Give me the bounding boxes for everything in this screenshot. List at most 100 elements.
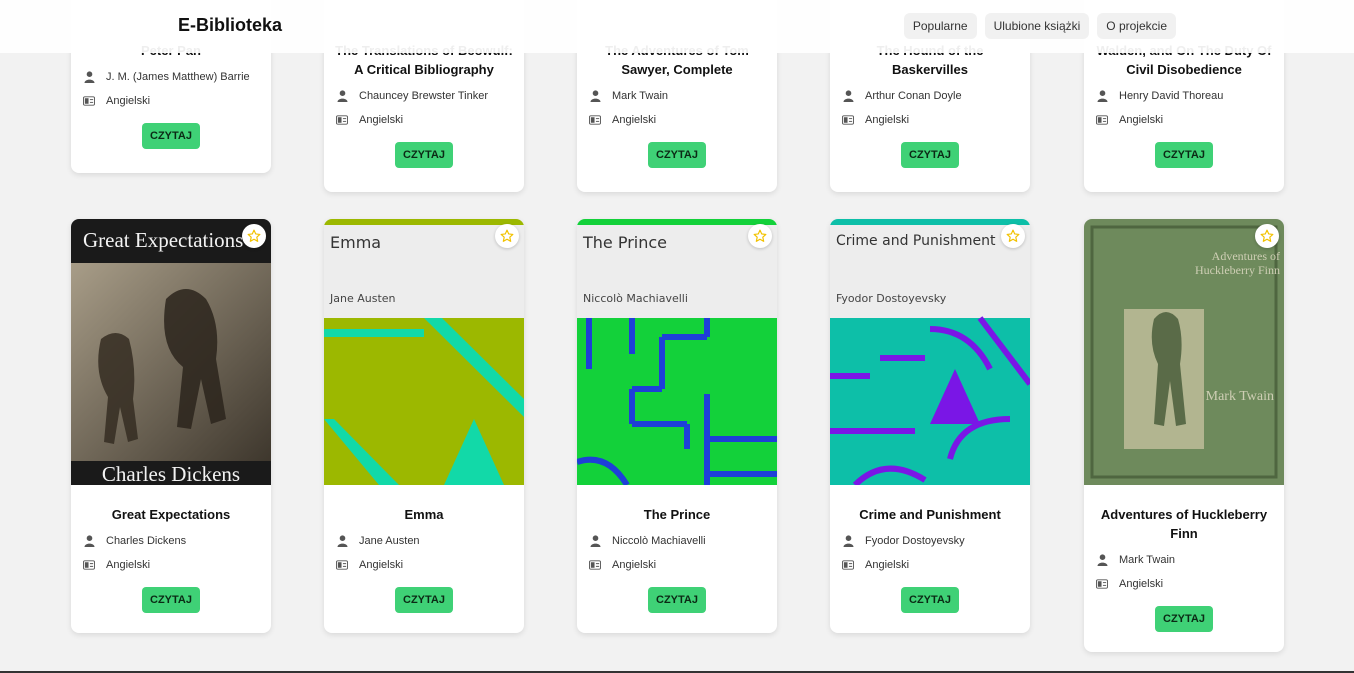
star-icon <box>1006 229 1020 242</box>
book-language: Angielski <box>865 559 910 571</box>
book-author: Mark Twain <box>612 90 669 102</box>
cover-title: Adventures of Huckleberry Finn <box>1195 249 1280 277</box>
read-button[interactable]: CZYTAJ <box>142 123 200 149</box>
language-icon <box>83 95 95 107</box>
read-button[interactable]: CZYTAJ <box>1155 142 1213 168</box>
site-brand[interactable]: E-Biblioteka <box>178 15 282 36</box>
language-icon <box>842 114 854 126</box>
book-language: Angielski <box>359 559 404 571</box>
language-icon <box>842 559 854 571</box>
read-button[interactable]: CZYTAJ <box>901 587 959 613</box>
page-viewport: E-Biblioteka Popularne Ulubione książki … <box>0 0 1354 673</box>
favorite-star-button[interactable] <box>495 224 519 248</box>
book-author: Arthur Conan Doyle <box>865 90 962 102</box>
book-language: Angielski <box>106 95 151 107</box>
language-icon <box>83 559 95 571</box>
book-title[interactable]: Great Expectations <box>71 505 271 524</box>
book-title[interactable]: Adventures of Huckleberry Finn <box>1084 505 1284 543</box>
book-language: Angielski <box>359 114 404 126</box>
top-navbar: E-Biblioteka Popularne Ulubione książki … <box>0 0 1354 53</box>
book-cover[interactable]: Emma Jane Austen <box>324 219 524 485</box>
person-icon <box>1096 554 1108 566</box>
nav-link-about[interactable]: O projekcie <box>1097 13 1176 39</box>
author-row: Arthur Conan Doyle <box>830 84 1030 108</box>
language-row: Angielski <box>324 553 524 577</box>
person-icon <box>1096 90 1108 102</box>
book-card: Great Expectations Charles Dickens Great… <box>71 219 271 633</box>
book-language: Angielski <box>1119 578 1164 590</box>
read-button[interactable]: CZYTAJ <box>901 142 959 168</box>
author-row: Fyodor Dostoyevsky <box>830 529 1030 553</box>
book-author: Henry David Thoreau <box>1119 90 1224 102</box>
language-icon <box>1096 578 1108 590</box>
language-row: Angielski <box>830 108 1030 132</box>
nav-link-favorites[interactable]: Ulubione książki <box>984 13 1090 39</box>
read-button[interactable]: CZYTAJ <box>395 587 453 613</box>
language-icon <box>336 559 348 571</box>
read-button[interactable]: CZYTAJ <box>142 587 200 613</box>
language-row: Angielski <box>1084 572 1284 596</box>
book-cover[interactable]: The Prince Niccolò Machiavelli <box>577 219 777 485</box>
cover-author: Fyodor Dostoyevsky <box>836 292 947 305</box>
language-row: Angielski <box>1084 108 1284 132</box>
language-row: Angielski <box>577 108 777 132</box>
book-card: Emma Jane Austen Emma Jane Austen Angiel… <box>324 219 524 633</box>
book-title[interactable]: Emma <box>324 505 524 524</box>
person-icon <box>83 71 95 83</box>
language-icon <box>589 114 601 126</box>
read-button[interactable]: CZYTAJ <box>395 142 453 168</box>
book-language: Angielski <box>865 114 910 126</box>
read-button[interactable]: CZYTAJ <box>1155 606 1213 632</box>
book-cover[interactable]: Great Expectations Charles Dickens <box>71 219 271 485</box>
book-author: Mark Twain <box>1119 554 1176 566</box>
book-author: Chauncey Brewster Tinker <box>359 90 488 102</box>
read-button[interactable]: CZYTAJ <box>648 587 706 613</box>
book-cover[interactable]: Crime and Punishment Fyodor Dostoyevsky <box>830 219 1030 485</box>
favorite-star-button[interactable] <box>1255 224 1279 248</box>
book-author: Niccolò Machiavelli <box>612 535 706 547</box>
person-icon <box>842 90 854 102</box>
language-row: Angielski <box>324 108 524 132</box>
author-row: Niccolò Machiavelli <box>577 529 777 553</box>
cover-author: Charles Dickens <box>101 462 241 485</box>
author-row: Mark Twain <box>1084 548 1284 572</box>
language-icon <box>589 559 601 571</box>
book-author: Charles Dickens <box>106 535 187 547</box>
book-language: Angielski <box>612 114 657 126</box>
person-icon <box>83 535 95 547</box>
star-icon <box>500 229 514 242</box>
read-button[interactable]: CZYTAJ <box>648 142 706 168</box>
language-icon <box>336 114 348 126</box>
cover-title: Crime and Punishment <box>836 233 996 249</box>
star-icon <box>753 229 767 242</box>
book-card: Crime and Punishment Fyodor Dostoyevsky … <box>830 219 1030 633</box>
book-card: The Prince Niccolò Machiavelli The Princ… <box>577 219 777 633</box>
nav-links: Popularne Ulubione książki O projekcie <box>903 13 1176 39</box>
cover-author: Jane Austen <box>330 292 396 305</box>
cover-author: Mark Twain <box>1205 389 1274 404</box>
author-row: Mark Twain <box>577 84 777 108</box>
favorite-star-button[interactable] <box>242 224 266 248</box>
person-icon <box>589 535 601 547</box>
author-row: J. M. (James Matthew) Barrie <box>71 65 271 89</box>
person-icon <box>336 90 348 102</box>
favorite-star-button[interactable] <box>1001 224 1025 248</box>
cover-title: Emma <box>330 233 382 252</box>
author-row: Henry David Thoreau <box>1084 84 1284 108</box>
star-icon <box>247 229 261 242</box>
cover-title: Great Expectations <box>83 228 244 252</box>
person-icon <box>842 535 854 547</box>
person-icon <box>589 90 601 102</box>
cover-title: The Prince <box>583 233 668 252</box>
author-row: Charles Dickens <box>71 529 271 553</box>
book-card: Adventures of Huckleberry Finn Mark Twai… <box>1084 219 1284 652</box>
book-language: Angielski <box>612 559 657 571</box>
book-language: Angielski <box>106 559 151 571</box>
book-title[interactable]: Crime and Punishment <box>830 505 1030 524</box>
book-title[interactable]: The Prince <box>577 505 777 524</box>
book-cover[interactable]: Adventures of Huckleberry Finn Mark Twai… <box>1084 219 1284 485</box>
book-author: J. M. (James Matthew) Barrie <box>106 71 250 83</box>
favorite-star-button[interactable] <box>748 224 772 248</box>
book-author: Fyodor Dostoyevsky <box>865 535 965 547</box>
nav-link-popular[interactable]: Popularne <box>903 13 977 39</box>
